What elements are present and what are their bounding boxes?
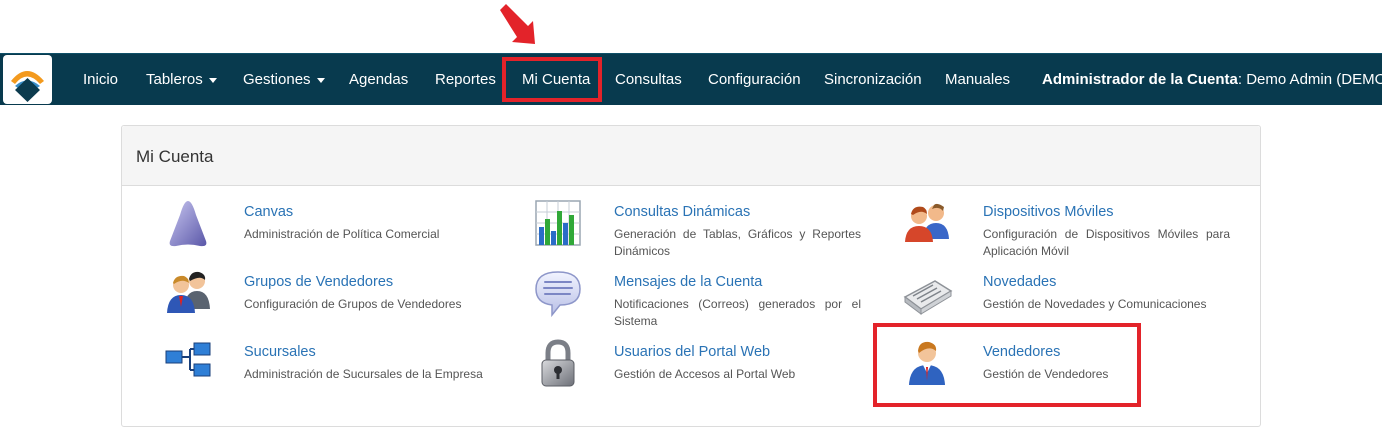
entry-sucursales: Sucursales Administración de Sucursales … <box>165 342 574 383</box>
entry-title[interactable]: Novedades <box>983 273 1313 291</box>
annotation-highlight-vendedores <box>873 323 1141 407</box>
caret-down-icon <box>316 77 325 83</box>
entry-desc: Gestión de Novedades y Comunicaciones <box>983 297 1207 311</box>
app-logo[interactable] <box>3 55 52 104</box>
nav-configuracion[interactable]: Configuración <box>708 54 801 105</box>
speech-bubble-icon <box>530 267 586 323</box>
nav-tableros[interactable]: Tableros <box>146 54 217 105</box>
entry-desc: Configuración de Grupos de Vendedores <box>244 297 462 311</box>
nav-label: Reportes <box>435 71 496 88</box>
entry-mensajes-de-la-cuenta: Mensajes de la Cuenta Notificaciones (Co… <box>535 271 944 330</box>
newspaper-icon <box>899 267 955 323</box>
nav-sincronizacion[interactable]: Sincronización <box>824 54 922 105</box>
entry-novedades: Novedades Gestión de Novedades y Comunic… <box>903 273 1313 315</box>
caret-down-icon <box>208 77 217 83</box>
entry-dispositivos-moviles: Dispositivos Móviles Configuración de Di… <box>905 203 1313 260</box>
org-tree-icon <box>160 337 216 393</box>
entry-canvas: Canvas Administración de Política Comerc… <box>169 201 574 247</box>
nav-manuales[interactable]: Manuales <box>945 54 1010 105</box>
entry-title[interactable]: Dispositivos Móviles <box>983 203 1313 221</box>
account-user: : Demo Admin (DEMO) <box>1237 71 1382 88</box>
entry-desc: Administración de Sucursales de la Empre… <box>244 367 483 381</box>
entry-grupos-de-vendedores: Grupos de Vendedores Configuración de Gr… <box>167 271 574 313</box>
nav-label: Tableros <box>146 71 203 88</box>
nav-agendas[interactable]: Agendas <box>349 54 408 105</box>
nav-gestiones[interactable]: Gestiones <box>243 54 325 105</box>
panel-title: Mi Cuenta <box>122 126 1260 186</box>
entry-title[interactable]: Consultas Dinámicas <box>614 203 944 221</box>
entry-desc: Administración de Política Comercial <box>244 227 440 241</box>
bar-chart-icon <box>530 197 586 253</box>
entry-title[interactable]: Canvas <box>244 203 574 221</box>
business-group-icon <box>160 267 216 323</box>
padlock-icon <box>530 337 586 393</box>
nav-inicio[interactable]: Inicio <box>83 54 118 105</box>
entry-title[interactable]: Mensajes de la Cuenta <box>614 273 944 291</box>
entry-desc: Generación de Tablas, Gráficos y Reporte… <box>614 227 861 258</box>
nav-label: Sincronización <box>824 71 922 88</box>
users-pair-icon <box>899 197 955 253</box>
entry-consultas-dinamicas: Consultas Dinámicas Generación de Tablas… <box>535 200 944 260</box>
top-navbar: Inicio Tableros Gestiones Agendas Report… <box>0 53 1382 105</box>
entry-desc: Gestión de Accesos al Portal Web <box>614 367 796 381</box>
nav-label: Manuales <box>945 71 1011 88</box>
entry-title[interactable]: Grupos de Vendedores <box>244 273 574 291</box>
nav-label: Configuración <box>708 71 801 88</box>
annotation-highlight-mi-cuenta <box>502 57 602 102</box>
canvas-icon <box>160 197 216 253</box>
annotation-arrow-icon <box>494 2 544 53</box>
nav-label: Consultas <box>615 71 682 88</box>
account-menu[interactable]: Administrador de la Cuenta: Demo Admin (… <box>1042 54 1382 105</box>
nav-reportes[interactable]: Reportes <box>435 54 496 105</box>
nav-label: Agendas <box>349 71 409 88</box>
entry-title[interactable]: Sucursales <box>244 343 574 361</box>
nav-label: Gestiones <box>243 71 311 88</box>
entry-desc: Configuración de Dispositivos Móviles pa… <box>983 227 1230 258</box>
nav-label: Inicio <box>83 71 119 88</box>
nav-consultas[interactable]: Consultas <box>615 54 682 105</box>
account-role: Administrador de la Cuenta <box>1042 71 1238 88</box>
entry-desc: Notificaciones (Correos) generados por e… <box>614 297 861 328</box>
